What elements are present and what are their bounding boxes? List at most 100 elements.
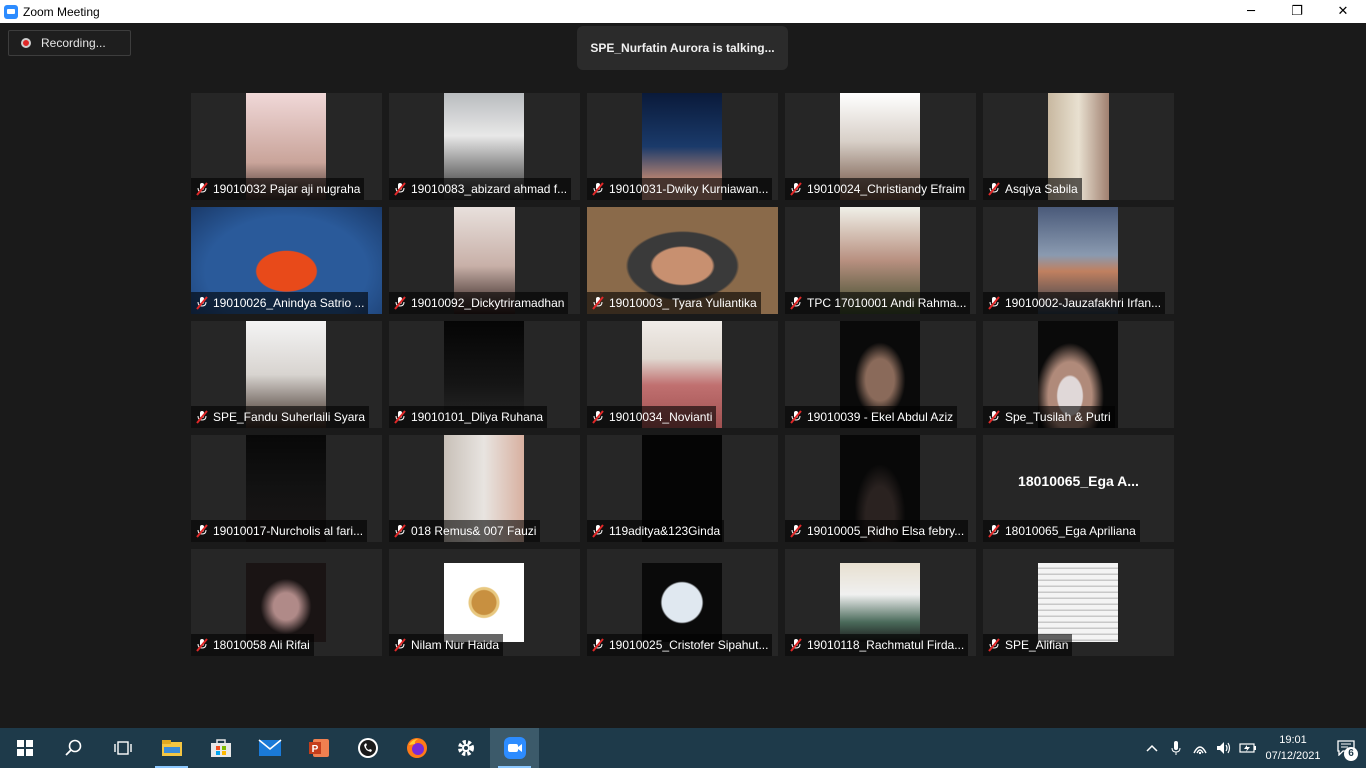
participant-name: 19010002-Jauzafakhri Irfan... [1005, 296, 1162, 310]
title-bar: Zoom Meeting ─ ❐ ✕ [0, 0, 1366, 23]
name-bar: 19010034_Novianti [587, 406, 717, 428]
mic-muted-icon [394, 638, 406, 652]
mail-button[interactable] [245, 728, 294, 768]
name-bar: 19010039 - Ekel Abdul Aziz [785, 406, 958, 428]
file-explorer-button[interactable] [147, 728, 196, 768]
participant-tile[interactable]: 19010024_Christiandy Efraim [785, 93, 976, 200]
whatsapp-icon [357, 738, 378, 758]
mail-icon [257, 739, 282, 756]
mic-muted-icon [196, 410, 208, 424]
settings-button[interactable] [441, 728, 490, 768]
name-bar: 19010092_Dickytriramadhan [389, 292, 569, 314]
participant-tile[interactable]: 18010065_Ega A... 18010065_Ega Apriliana [983, 435, 1174, 542]
recording-indicator[interactable]: Recording... [8, 30, 131, 56]
zoom-taskbar-button[interactable] [490, 728, 539, 768]
participant-tile[interactable]: TPC 17010001 Andi Rahma... [785, 207, 976, 314]
minimize-button[interactable]: ─ [1228, 0, 1274, 23]
mic-muted-icon [394, 524, 406, 538]
participant-tile[interactable]: 19010039 - Ekel Abdul Aziz [785, 321, 976, 428]
participant-tile[interactable]: SPE_Fandu Suherlaili Syara [191, 321, 382, 428]
name-bar: SPE_Fandu Suherlaili Syara [191, 406, 370, 428]
system-tray: 19:01 07/12/2021 6 [1140, 728, 1366, 768]
battery-tray-button[interactable] [1236, 728, 1260, 768]
settings-icon [457, 740, 474, 756]
mic-muted-icon [988, 524, 1000, 538]
name-bar: 19010032 Pajar aji nugraha [191, 178, 365, 200]
participant-tile[interactable]: 18010058 Ali Rifai [191, 549, 382, 656]
wifi-icon [1193, 746, 1207, 755]
participant-tile[interactable]: 19010031-Dwiky Kurniawan... [587, 93, 778, 200]
notification-count-badge: 6 [1344, 747, 1358, 761]
microphone-tray-button[interactable] [1164, 728, 1188, 768]
participant-name: 19010024_Christiandy Efraim [807, 182, 966, 196]
show-hidden-icons-button[interactable] [1140, 728, 1164, 768]
participant-name: SPE_Fandu Suherlaili Syara [213, 410, 366, 424]
participant-tile[interactable]: SPE_Alifian [983, 549, 1174, 656]
powerpoint-icon: P [308, 739, 329, 757]
participant-name: 19010092_Dickytriramadhan [411, 296, 565, 310]
participant-tile[interactable]: 19010034_Novianti [587, 321, 778, 428]
mic-muted-icon [394, 410, 406, 424]
microsoft-store-icon [210, 739, 231, 757]
mic-muted-icon [790, 296, 802, 310]
powerpoint-button[interactable]: P [294, 728, 343, 768]
name-bar: 19010083_abizard ahmad f... [389, 178, 572, 200]
mic-muted-icon [196, 638, 208, 652]
participant-tile[interactable]: 19010092_Dickytriramadhan [389, 207, 580, 314]
mic-muted-icon [988, 638, 1000, 652]
participant-name: Nilam Nur Haida [411, 638, 500, 652]
participant-tile[interactable]: 19010083_abizard ahmad f... [389, 93, 580, 200]
record-icon [21, 38, 31, 48]
system-clock[interactable]: 19:01 07/12/2021 [1260, 732, 1326, 764]
clock-date: 07/12/2021 [1265, 750, 1321, 762]
participant-tile[interactable]: Nilam Nur Haida [389, 549, 580, 656]
name-bar: 19010003_ Tyara Yuliantika [587, 292, 761, 314]
close-button[interactable]: ✕ [1320, 0, 1366, 23]
name-bar: TPC 17010001 Andi Rahma... [785, 292, 971, 314]
whatsapp-button[interactable] [343, 728, 392, 768]
participant-name: 19010026_Anindya Satrio ... [213, 296, 365, 310]
name-bar: SPE_Alifian [983, 634, 1073, 656]
participant-name: 19010032 Pajar aji nugraha [213, 182, 361, 196]
participant-tile[interactable]: 018 Remus& 007 Fauzi [389, 435, 580, 542]
restore-button[interactable]: ❐ [1274, 0, 1320, 23]
search-button[interactable] [49, 728, 98, 768]
participant-tile[interactable]: 19010026_Anindya Satrio ... [191, 207, 382, 314]
action-center-button[interactable]: 6 [1326, 728, 1366, 768]
volume-tray-button[interactable] [1212, 728, 1236, 768]
participant-tile[interactable]: 19010025_Cristofer Sipahut... [587, 549, 778, 656]
firefox-button[interactable] [392, 728, 441, 768]
zoom-app-icon [4, 4, 18, 19]
participant-tile[interactable]: 19010005_Ridho Elsa febry... [785, 435, 976, 542]
participant-tile[interactable]: 19010032 Pajar aji nugraha [191, 93, 382, 200]
battery-charging-icon [1239, 743, 1256, 753]
recording-label: Recording... [41, 36, 106, 50]
participant-tile[interactable]: 19010118_Rachmatul Firda... [785, 549, 976, 656]
participant-name: 18010065_Ega Apriliana [1005, 524, 1136, 538]
microsoft-store-button[interactable] [196, 728, 245, 768]
mic-muted-icon [790, 410, 802, 424]
name-bar: 19010002-Jauzafakhri Irfan... [983, 292, 1166, 314]
windows-start-icon [16, 740, 33, 756]
participant-name: 19010025_Cristofer Sipahut... [609, 638, 769, 652]
mic-muted-icon [592, 296, 604, 310]
task-view-button[interactable] [98, 728, 147, 768]
participant-tile[interactable]: 19010101_Dliya Ruhana [389, 321, 580, 428]
name-bar: 018 Remus& 007 Fauzi [389, 520, 541, 542]
mic-muted-icon [592, 638, 604, 652]
name-bar: 119aditya&123Ginda [587, 520, 725, 542]
mic-muted-icon [592, 524, 604, 538]
participant-tile[interactable]: 19010003_ Tyara Yuliantika [587, 207, 778, 314]
active-speaker-banner: SPE_Nurfatin Aurora is talking... [577, 26, 788, 70]
participant-name: 19010039 - Ekel Abdul Aziz [807, 410, 954, 424]
participant-tile[interactable]: 19010017-Nurcholis al fari... [191, 435, 382, 542]
participant-tile[interactable]: Spe_Tusilah & Putri [983, 321, 1174, 428]
name-bar: 19010025_Cristofer Sipahut... [587, 634, 773, 656]
start-button[interactable] [0, 728, 49, 768]
participant-tile[interactable]: 19010002-Jauzafakhri Irfan... [983, 207, 1174, 314]
network-tray-button[interactable] [1188, 728, 1212, 768]
participant-name: SPE_Alifian [1005, 638, 1069, 652]
participant-tile[interactable]: Asqiya Sabila [983, 93, 1174, 200]
mic-muted-icon [196, 524, 208, 538]
participant-tile[interactable]: 119aditya&123Ginda [587, 435, 778, 542]
